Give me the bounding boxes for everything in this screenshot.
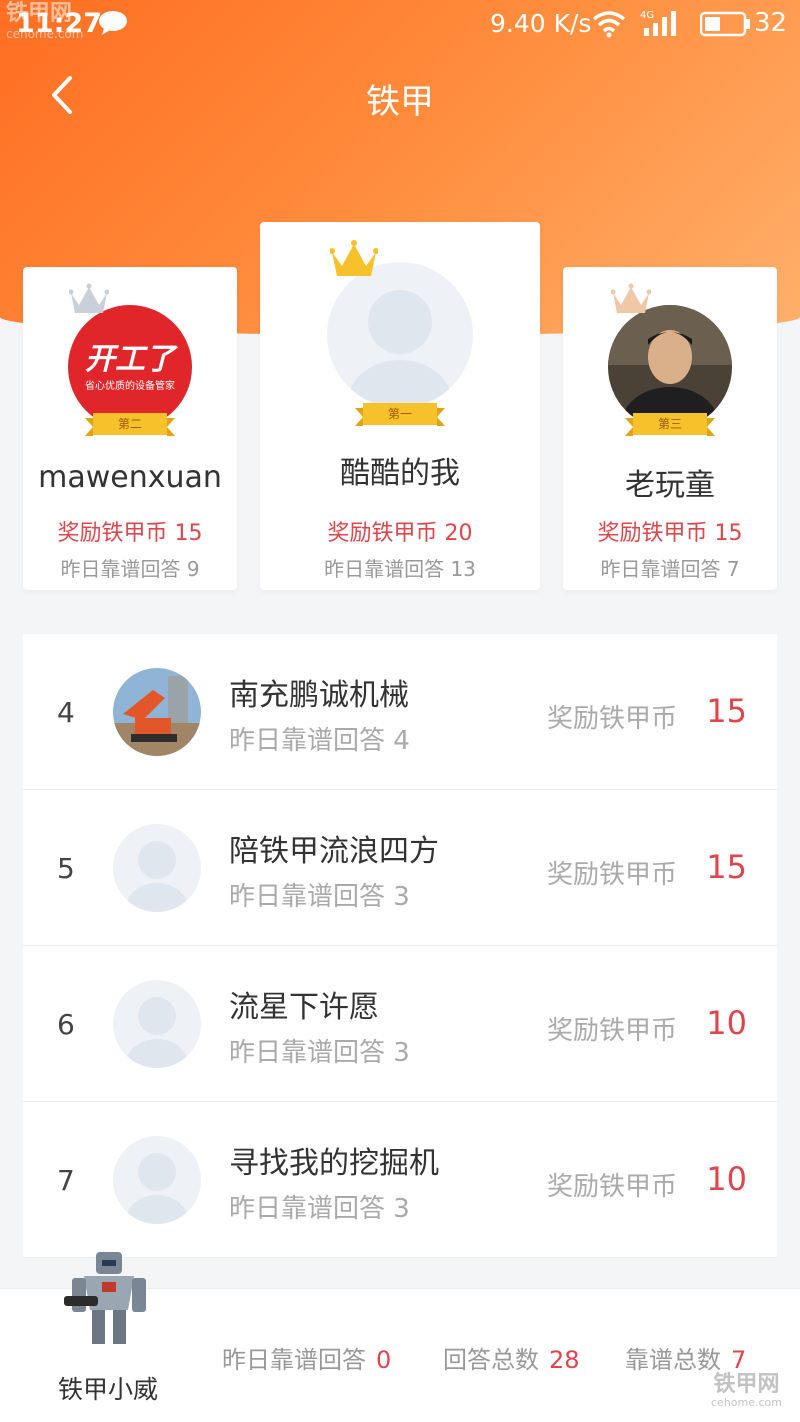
rank-number: 7 (57, 1164, 75, 1197)
reward-value: 10 (706, 1160, 747, 1198)
rank-ribbon: 第二 (85, 413, 175, 436)
rank-number: 5 (57, 852, 75, 885)
podium-reward: 奖励铁甲币 15 (597, 521, 743, 546)
answers-count: 昨日靠谱回答 3 (229, 882, 410, 912)
svg-text:省心优质的设备管家: 省心优质的设备管家 (85, 379, 175, 392)
battery-icon (700, 11, 750, 37)
stat-total-answers: 回答总数 28 (443, 1346, 580, 1374)
user-name: 南充鹏诚机械 (229, 678, 409, 713)
reward-value: 15 (706, 848, 747, 886)
answers-count: 昨日靠谱回答 3 (229, 1194, 410, 1224)
podium-name: 酷酷的我 (340, 456, 460, 491)
crown-silver-icon (69, 283, 109, 313)
ranking-row[interactable]: 4 南充鹏诚机械 昨日靠谱回答 4 奖励铁甲币 15 (23, 634, 777, 790)
crown-bronze-icon (611, 283, 651, 313)
svg-text:4G: 4G (640, 10, 654, 21)
watermark-bottom-right: 铁甲网 cehome.com (711, 1372, 782, 1410)
avatar[interactable] (608, 305, 732, 429)
ranking-list: 4 南充鹏诚机械 昨日靠谱回答 4 奖励铁甲币 15 5 陪铁甲流浪四方 昨日靠… (23, 634, 777, 1258)
podium-reward: 奖励铁甲币 20 (327, 521, 473, 546)
stat-reliable-total: 靠谱总数 7 (625, 1346, 747, 1374)
reward-label: 奖励铁甲币 (547, 1172, 678, 1202)
stat-yesterday-answers: 昨日靠谱回答 0 (222, 1346, 392, 1374)
reward-value: 15 (706, 692, 747, 730)
podium-card-third[interactable]: 第三 老玩童 奖励铁甲币 15 昨日靠谱回答 7 (563, 267, 777, 590)
default-avatar-icon (327, 262, 473, 408)
wifi-icon (592, 11, 626, 38)
podium-answers: 昨日靠谱回答 7 (600, 557, 740, 581)
avatar[interactable] (327, 262, 473, 408)
reward-label: 奖励铁甲币 (547, 704, 678, 734)
ranking-row[interactable]: 5 陪铁甲流浪四方 昨日靠谱回答 3 奖励铁甲币 15 (23, 790, 777, 946)
rank-ribbon: 第一 (355, 403, 445, 426)
user-name: 陪铁甲流浪四方 (229, 834, 439, 869)
company-logo-avatar: 开工了 省心优质的设备管家 (85, 342, 178, 392)
rank-ribbon: 第三 (625, 413, 715, 436)
avatar[interactable] (113, 824, 201, 912)
status-time: 11:27 (16, 8, 102, 39)
user-name: 流星下许愿 (229, 990, 379, 1025)
excavator-photo-avatar (113, 668, 201, 756)
battery-level: 32 (754, 8, 788, 38)
message-icon (99, 11, 127, 35)
podium-reward: 奖励铁甲币 15 (57, 521, 203, 546)
user-name: 寻找我的挖掘机 (229, 1146, 439, 1181)
svg-text:开工了: 开工了 (85, 342, 178, 377)
default-avatar-icon (113, 824, 201, 912)
ranking-row[interactable]: 6 流星下许愿 昨日靠谱回答 3 奖励铁甲币 10 (23, 946, 777, 1102)
status-bar: 11:27 9.40 K/s 4G 32 (0, 0, 800, 50)
answers-count: 昨日靠谱回答 4 (229, 726, 410, 756)
avatar[interactable] (113, 668, 201, 756)
reward-label: 奖励铁甲币 (547, 860, 678, 890)
avatar[interactable] (113, 980, 201, 1068)
default-avatar-icon (113, 980, 201, 1068)
default-avatar-icon (113, 1136, 201, 1224)
avatar[interactable]: 开工了 省心优质的设备管家 (68, 305, 192, 429)
rank-number: 4 (57, 696, 75, 729)
podium-card-second[interactable]: 开工了 省心优质的设备管家 第二 mawenxuan 奖励铁甲币 15 昨日靠谱… (23, 267, 237, 590)
page-title: 铁甲 (366, 82, 434, 122)
rank-number: 6 (57, 1008, 75, 1041)
avatar[interactable] (113, 1136, 201, 1224)
answers-count: 昨日靠谱回答 3 (229, 1038, 410, 1068)
user-photo-avatar (608, 305, 732, 429)
podium-answers: 昨日靠谱回答 9 (60, 557, 200, 581)
podium-name: 老玩童 (625, 468, 715, 503)
reward-label: 奖励铁甲币 (547, 1016, 678, 1046)
ranking-row[interactable]: 7 寻找我的挖掘机 昨日靠谱回答 3 奖励铁甲币 10 (23, 1102, 777, 1258)
cellular-signal-icon: 4G (640, 10, 676, 36)
robot-mascot-icon[interactable] (64, 1248, 154, 1348)
podium-name: mawenxuan (38, 460, 222, 495)
network-speed: 9.40 K/s (490, 9, 592, 38)
podium-answers: 昨日靠谱回答 13 (324, 557, 476, 581)
crown-gold-icon (330, 240, 378, 276)
mascot-name: 铁甲小威 (58, 1375, 159, 1404)
reward-value: 10 (706, 1004, 747, 1042)
podium-card-first[interactable]: 第一 酷酷的我 奖励铁甲币 20 昨日靠谱回答 13 (260, 222, 540, 590)
